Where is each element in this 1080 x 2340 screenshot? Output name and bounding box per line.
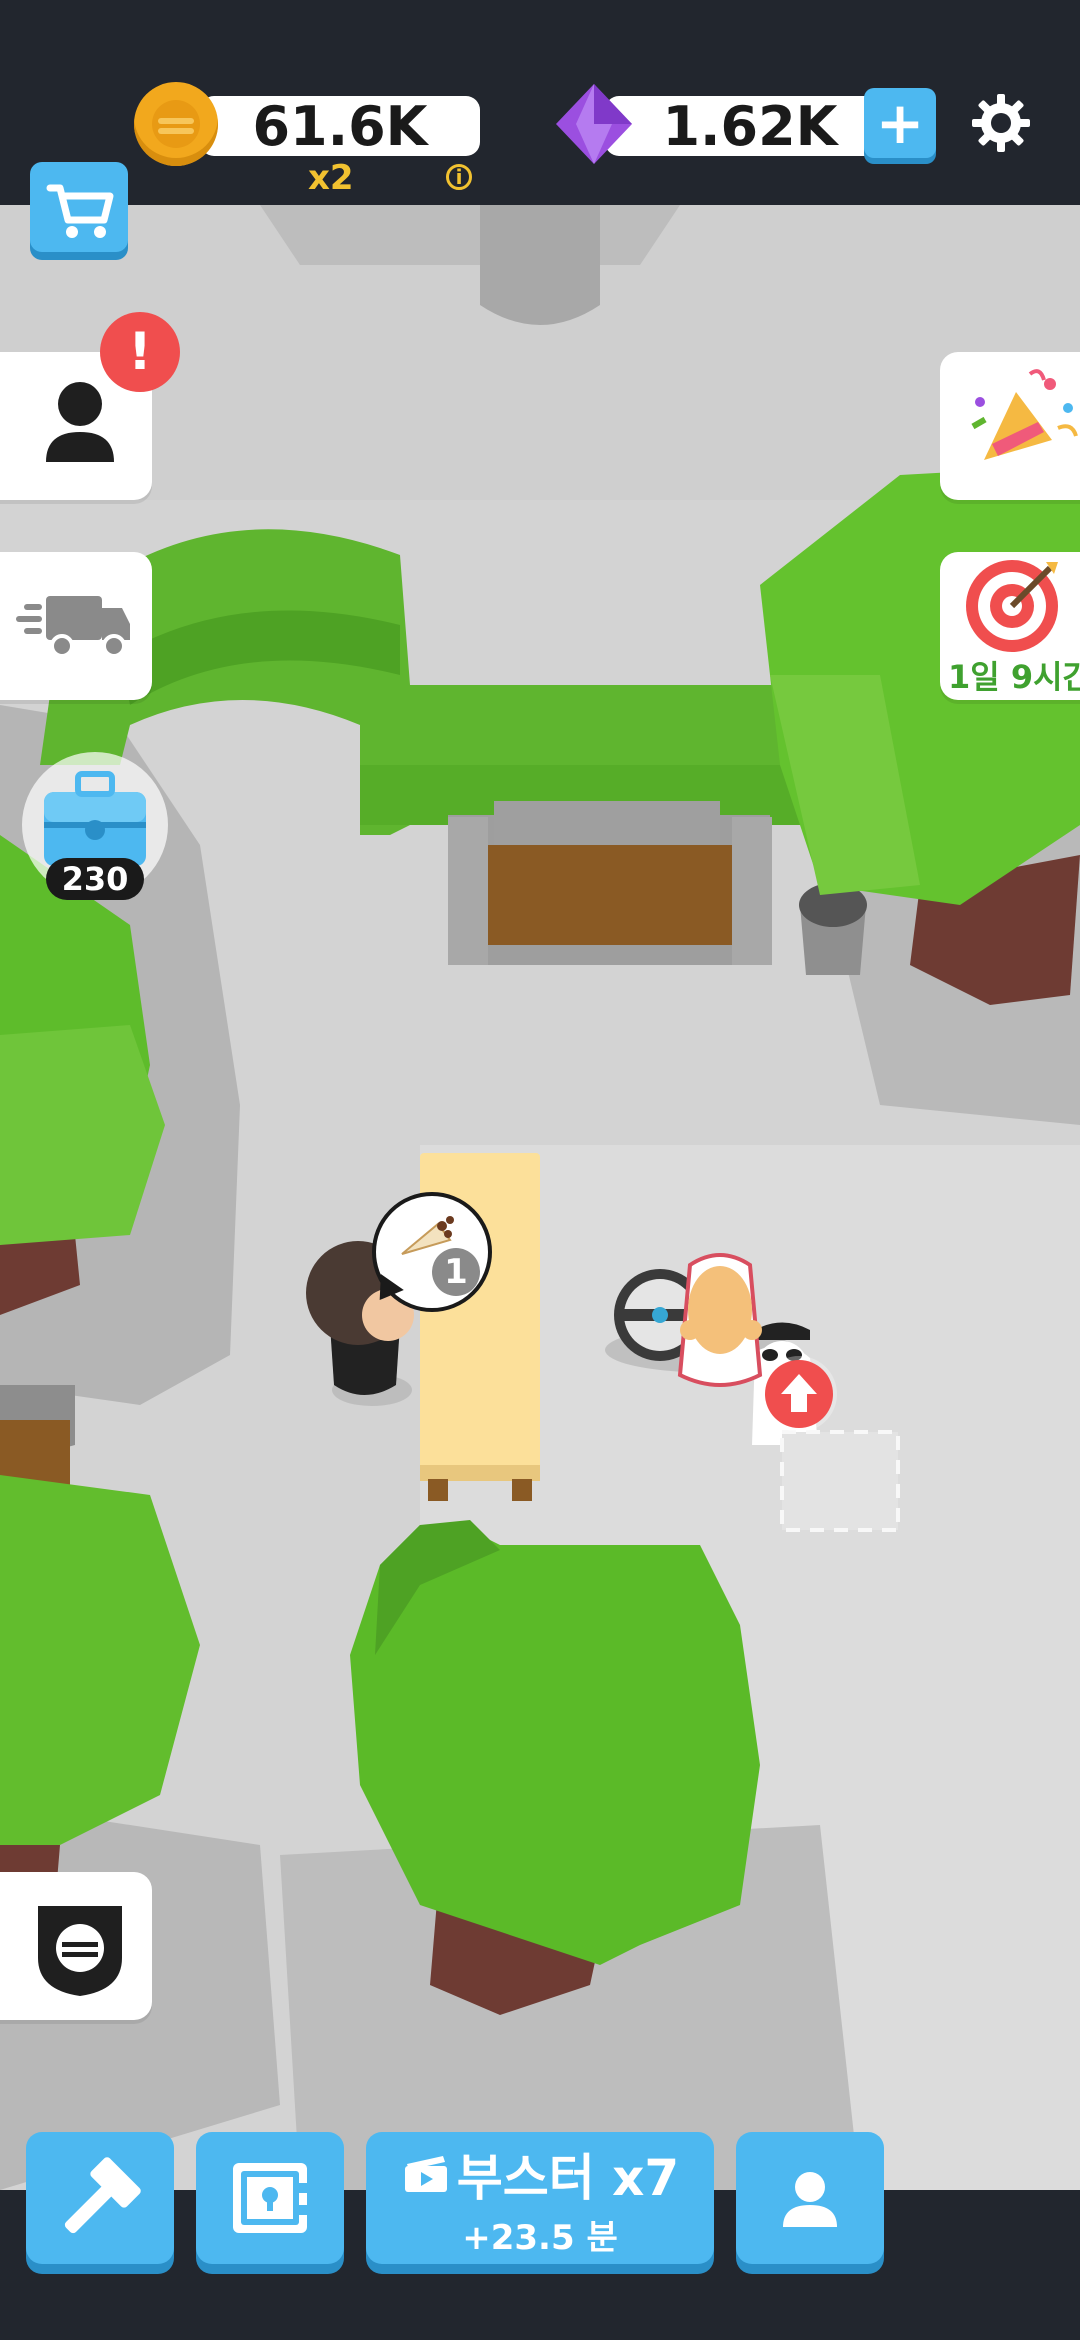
cart-icon xyxy=(46,184,114,238)
order-quantity-badge: 1 xyxy=(432,1248,480,1296)
info-icon-glyph: i xyxy=(455,165,463,189)
booster-button[interactable]: 부스터 x7 +23.5 분 xyxy=(366,2132,714,2264)
hammer-icon xyxy=(64,2157,141,2234)
booster-title-row: 부스터 x7 xyxy=(401,2138,679,2210)
alert-badge: ! xyxy=(100,312,180,392)
delivery-side-button[interactable] xyxy=(0,552,152,700)
add-gems-symbol: + xyxy=(875,89,925,157)
gem-icon xyxy=(552,82,636,166)
game-world[interactable] xyxy=(0,205,1080,2190)
video-ad-icon xyxy=(404,2155,447,2192)
booster-label: 부스터 x7 xyxy=(456,2148,680,2207)
coin-shield-icon xyxy=(38,1906,122,1996)
safe-icon xyxy=(233,2163,307,2233)
shop-cart-button[interactable] xyxy=(30,162,128,252)
coin-counter: 61.6K xyxy=(200,94,480,158)
gem-value: 1.62K xyxy=(662,94,838,158)
alert-symbol: ! xyxy=(128,322,152,382)
vault-button[interactable] xyxy=(196,2132,344,2264)
upgrade-arrow-button[interactable] xyxy=(765,1360,833,1428)
party-event-button[interactable] xyxy=(940,352,1080,500)
coin-value: 61.6K xyxy=(252,94,428,158)
info-icon[interactable]: i xyxy=(446,164,472,190)
staff-person-icon xyxy=(783,2172,837,2227)
drop-zone xyxy=(780,1430,900,1532)
build-hammer-button[interactable] xyxy=(26,2132,174,2264)
event-timer: 1일 9시간 xyxy=(948,658,1080,696)
arrow-up-icon xyxy=(781,1374,817,1412)
target-event-button[interactable]: 1일 9시간 xyxy=(940,552,1080,700)
staff-button[interactable] xyxy=(736,2132,884,2264)
delivery-truck-icon xyxy=(16,596,130,658)
gem-counter: 1.62K xyxy=(605,94,895,158)
chest-count: 230 xyxy=(61,860,129,898)
world-scene xyxy=(0,205,1080,2190)
coin-boost-side-button[interactable] xyxy=(0,1872,152,2020)
settings-gear-icon[interactable] xyxy=(970,92,1032,154)
target-dart-icon xyxy=(966,560,1058,652)
coin-multiplier: x2 xyxy=(308,158,354,198)
order-quantity: 1 xyxy=(444,1252,468,1292)
booster-time: +23.5 분 xyxy=(462,2217,618,2258)
coin-icon xyxy=(134,82,218,166)
party-popper-icon xyxy=(971,369,1078,460)
add-gems-button[interactable]: + xyxy=(864,88,936,158)
chest-count-badge: 230 xyxy=(46,858,144,900)
